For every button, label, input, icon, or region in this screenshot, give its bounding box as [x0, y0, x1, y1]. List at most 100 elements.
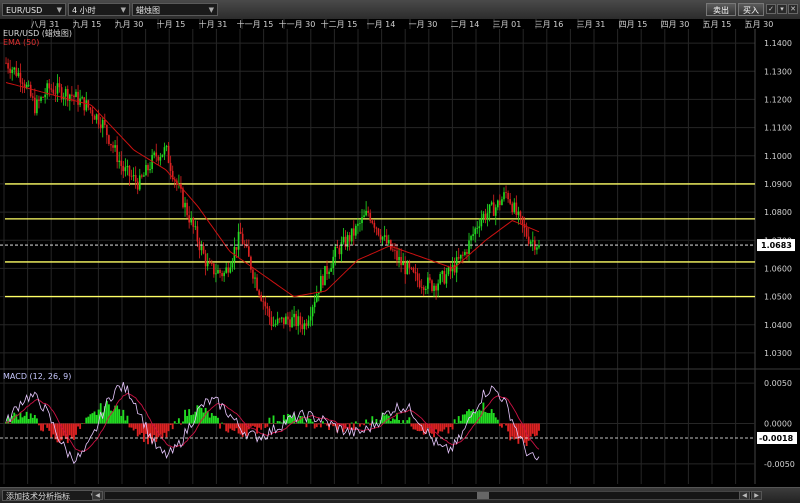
candle-body: [219, 269, 221, 274]
close-icon[interactable]: ✕: [788, 4, 798, 14]
candle-body: [122, 165, 125, 172]
candle-body: [48, 83, 51, 89]
x-tick-label: 九月 15: [73, 20, 102, 29]
macd-histogram-bar: [266, 423, 269, 427]
timeframe-select[interactable]: 4 小时 ▼: [68, 3, 130, 16]
candle-body: [394, 250, 396, 251]
candle-body: [25, 84, 28, 88]
y-tick-label: 1.1300: [764, 67, 792, 76]
candle-body: [252, 269, 254, 279]
macd-histogram-bar: [33, 414, 36, 424]
y-tick-label: 1.1100: [764, 124, 792, 133]
macd-histogram-bar: [404, 423, 407, 424]
macd-histogram-bar: [346, 423, 349, 425]
candle-body: [355, 225, 357, 236]
macd-histogram-bar: [276, 421, 279, 424]
candle-body: [453, 264, 456, 273]
macd-histogram-bar: [252, 423, 254, 426]
macd-histogram-bar: [309, 418, 312, 424]
add-indicator-label: 添加技术分析指标: [6, 492, 70, 501]
macd-histogram-bar: [443, 423, 446, 430]
candle-body: [476, 228, 479, 229]
candle-body: [387, 240, 390, 244]
candle-body: [248, 246, 250, 257]
macd-histogram-bar: [42, 423, 44, 432]
macd-histogram-bar: [93, 411, 96, 424]
candle-body: [468, 240, 470, 254]
candle-body: [210, 263, 213, 264]
macd-histogram-bar: [533, 423, 536, 437]
candle-body: [138, 175, 141, 190]
check-icon[interactable]: ✓: [766, 4, 776, 14]
candle-body: [412, 267, 415, 272]
toolbar: EUR/USD ▼ 4 小时 ▼ 蜡烛图 ▼ 卖出 买入 ✓ ▾ ✕: [0, 0, 800, 20]
symbol-select[interactable]: EUR/USD ▼: [2, 3, 66, 16]
scroll-right-icon[interactable]: ▶: [751, 491, 762, 500]
candle-body: [305, 323, 308, 326]
candle-body: [462, 254, 464, 256]
macd-histogram-bar: [501, 423, 503, 428]
macd-histogram-bar: [416, 423, 419, 432]
macd-histogram-bar: [305, 423, 308, 428]
sell-button[interactable]: 卖出: [706, 3, 736, 16]
candle-body: [517, 211, 520, 215]
scroll-left-icon[interactable]: ◀: [92, 491, 103, 500]
candle-body: [19, 72, 22, 83]
candle-body: [340, 242, 343, 255]
add-indicator-select[interactable]: 添加技术分析指标 ▼: [2, 490, 100, 501]
candle-body: [260, 294, 263, 301]
macd-histogram-bar: [324, 423, 326, 425]
candle-body: [435, 285, 437, 291]
candle-body: [414, 271, 417, 274]
buy-button[interactable]: 买入: [738, 3, 764, 16]
macd-histogram-bar: [274, 423, 277, 424]
x-tick-label: 八月 31: [31, 20, 60, 29]
candle-body: [289, 319, 291, 328]
candle-body: [367, 210, 370, 213]
macd-histogram-bar: [140, 423, 143, 433]
macd-histogram-bar: [321, 421, 324, 424]
candle-body: [490, 202, 493, 205]
x-tick-label: 四月 30: [661, 20, 690, 29]
macd-histogram-bar: [186, 415, 189, 424]
macd-histogram-bar: [163, 423, 166, 433]
macd-histogram-bar: [29, 413, 32, 424]
macd-histogram-bar: [91, 413, 94, 424]
macd-histogram-bar: [367, 422, 370, 424]
candle-body: [256, 277, 258, 291]
candle-body: [420, 287, 423, 288]
macd-histogram-bar: [391, 418, 394, 424]
macd-histogram-bar: [317, 423, 320, 425]
candle-body: [507, 192, 509, 200]
macd-histogram-bar: [369, 423, 372, 426]
candle-body: [188, 215, 190, 223]
macd-histogram-bar: [414, 423, 417, 430]
candle-body: [496, 200, 499, 208]
candle-body: [404, 262, 407, 275]
x-tick-label: 一月 14: [367, 20, 396, 29]
candle-body: [480, 218, 483, 227]
macd-histogram-bar: [272, 415, 275, 424]
candle-body: [396, 250, 398, 261]
candle-body: [486, 213, 489, 220]
dropdown-icon[interactable]: ▾: [777, 4, 787, 14]
macd-histogram-bar: [48, 423, 51, 431]
candle-body: [326, 266, 328, 275]
macd-histogram-bar: [356, 423, 359, 424]
y-tick-label: 1.0400: [764, 321, 792, 330]
candle-body: [527, 236, 530, 244]
candle-body: [31, 96, 34, 98]
x-tick-label: 三月 31: [577, 20, 606, 29]
candle-body: [311, 307, 314, 317]
candle-body: [50, 88, 53, 90]
chart-type-select[interactable]: 蜡烛图 ▼: [132, 3, 218, 16]
candle-body: [97, 114, 100, 125]
horizontal-scrollbar[interactable]: [104, 491, 758, 500]
scrollbar-thumb[interactable]: [477, 492, 489, 499]
macd-histogram-bar: [81, 423, 84, 424]
candle-body: [408, 262, 411, 268]
scroll-left-icon[interactable]: ◀: [739, 491, 750, 500]
macd-y-tick-label: -0.0050: [764, 460, 795, 469]
candle-body: [13, 67, 16, 70]
candle-body: [410, 267, 413, 269]
